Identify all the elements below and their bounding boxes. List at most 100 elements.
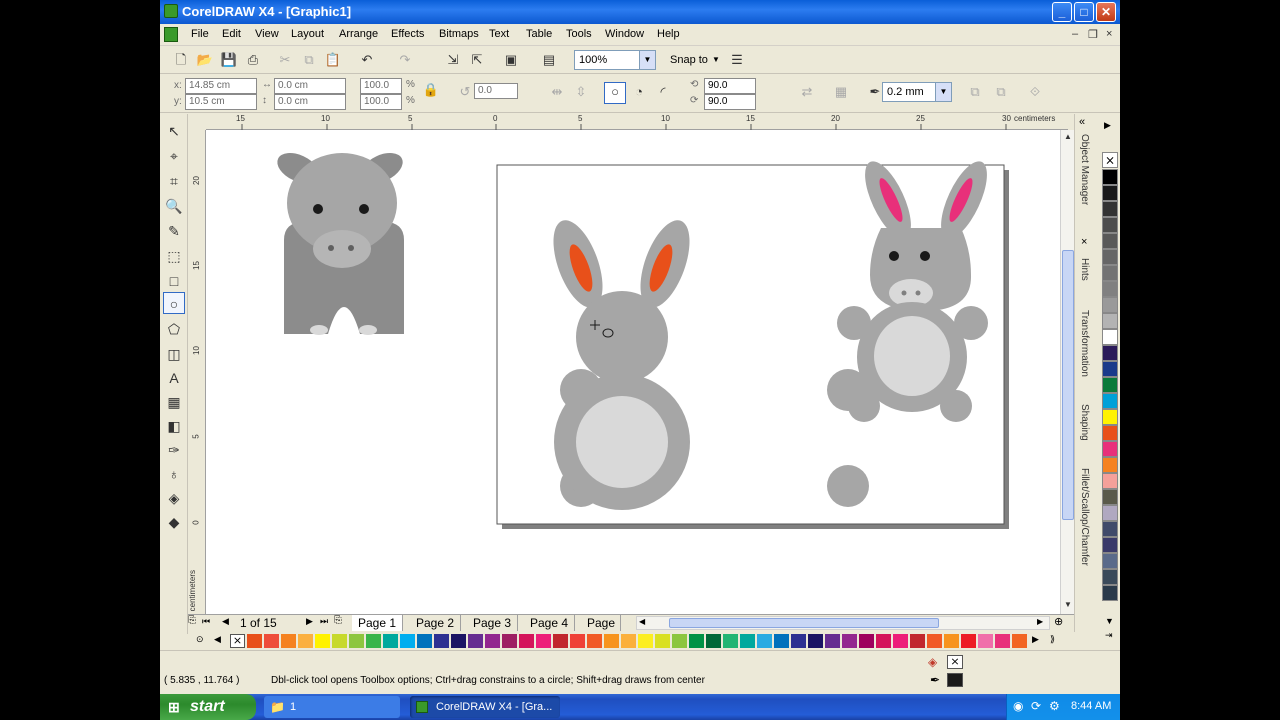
color-swatch[interactable] <box>706 634 721 648</box>
menu-window[interactable]: Window <box>605 28 644 40</box>
menu-text[interactable]: Text <box>489 28 509 40</box>
last-page-icon[interactable]: ⏭ <box>320 616 328 627</box>
color-swatch[interactable] <box>774 634 789 648</box>
fill-color-none[interactable]: ⨯ <box>947 655 963 669</box>
color-swatch[interactable] <box>757 634 772 648</box>
menu-bitmaps[interactable]: Bitmaps <box>439 28 479 40</box>
width-field[interactable]: 0.0 cm <box>274 78 346 94</box>
color-swatch[interactable] <box>1102 505 1118 521</box>
close-docker-icon[interactable]: × <box>1081 236 1087 248</box>
horizontal-ruler[interactable]: 15 10 5 0 5 10 15 20 25 30 centimeters <box>206 114 1068 130</box>
maximize-button[interactable]: □ <box>1074 2 1094 22</box>
color-swatch[interactable] <box>1102 233 1118 249</box>
taskbar-item-explorer[interactable]: 📁 1 <box>264 696 400 718</box>
palette-scroll-end-icon[interactable]: ⇥ <box>1105 630 1113 641</box>
drawing-canvas[interactable] <box>206 130 1060 614</box>
start-angle-field[interactable]: 90.0 <box>704 78 756 94</box>
scale-height-field[interactable]: 100.0 <box>360 94 402 110</box>
no-color-swatch[interactable]: ⨯ <box>1102 152 1118 168</box>
ellipse-mode-icon[interactable]: ○ <box>604 82 626 104</box>
ellipse-tool-icon[interactable]: ○ <box>163 292 185 314</box>
color-swatch[interactable] <box>332 634 347 648</box>
outline-tool-icon[interactable]: ♁ <box>163 463 185 485</box>
color-swatch[interactable] <box>1102 569 1118 585</box>
paste-icon[interactable]: 📋 <box>324 51 342 69</box>
tab-page-3[interactable]: Page 3 <box>467 615 519 631</box>
color-swatch[interactable] <box>978 634 993 648</box>
direction-icon[interactable]: ⇄ <box>798 83 816 101</box>
palette-scroll-down-icon[interactable]: ▼ <box>1105 616 1114 626</box>
pick-tool-icon[interactable]: ↖ <box>163 120 185 142</box>
eyedropper-icon[interactable]: ✑ <box>163 439 185 461</box>
color-swatch[interactable] <box>876 634 891 648</box>
network-icon[interactable]: ◉ <box>1013 699 1023 713</box>
color-swatch[interactable] <box>1012 634 1027 648</box>
x-position-field[interactable]: 14.85 cm <box>185 78 257 94</box>
color-swatch[interactable] <box>825 634 840 648</box>
start-button[interactable]: ⊞ start <box>160 694 256 720</box>
color-swatch[interactable] <box>689 634 704 648</box>
menu-arrange[interactable]: Arrange <box>339 28 378 40</box>
save-icon[interactable]: 💾 <box>220 51 238 69</box>
pie-mode-icon[interactable]: ◔ <box>630 83 648 101</box>
interactive-fill-icon[interactable]: ◆ <box>163 511 185 533</box>
smart-fill-icon[interactable]: ⬚ <box>163 245 185 267</box>
chevron-down-icon[interactable]: ▼ <box>935 83 951 101</box>
taskbar-item-coreldraw[interactable]: CorelDRAW X4 - [Gra... <box>410 696 560 718</box>
color-swatch[interactable] <box>434 634 449 648</box>
scroll-down-icon[interactable]: ▼ <box>1062 600 1074 612</box>
color-swatch[interactable] <box>502 634 517 648</box>
color-swatch[interactable] <box>570 634 585 648</box>
color-swatch[interactable] <box>1102 169 1118 185</box>
chevron-down-icon[interactable]: ▼ <box>712 55 720 64</box>
tab-fillet-scallop-chamfer[interactable]: Fillet/Scallop/Chamfer <box>1079 468 1090 598</box>
zoom-tool-icon[interactable]: 🔍 <box>163 195 185 217</box>
color-swatch[interactable] <box>400 634 415 648</box>
wrap-text-icon[interactable]: ▦ <box>832 83 850 101</box>
color-swatch[interactable] <box>1102 249 1118 265</box>
vertical-ruler[interactable]: 20 15 10 5 0 centimeters <box>188 130 206 614</box>
add-page-before-icon[interactable]: ⎘ <box>188 615 202 626</box>
color-swatch[interactable] <box>1102 329 1118 345</box>
color-swatch[interactable] <box>587 634 602 648</box>
color-swatch[interactable] <box>451 634 466 648</box>
color-swatch[interactable] <box>1102 409 1118 425</box>
color-swatch[interactable] <box>1102 585 1118 601</box>
color-swatch[interactable] <box>808 634 823 648</box>
color-swatch[interactable] <box>995 634 1010 648</box>
color-swatch[interactable] <box>1102 441 1118 457</box>
color-swatch[interactable] <box>961 634 976 648</box>
color-swatch[interactable] <box>468 634 483 648</box>
tab-transformation[interactable]: Transformation <box>1079 310 1090 398</box>
mirror-vertical-icon[interactable]: ⇳ <box>572 83 590 101</box>
menu-effects[interactable]: Effects <box>391 28 424 40</box>
vertical-scrollbar[interactable]: ▲ ▼ <box>1060 130 1074 614</box>
color-swatch[interactable] <box>655 634 670 648</box>
snap-to-button[interactable]: Snap to <box>670 54 708 66</box>
color-swatch[interactable] <box>723 634 738 648</box>
mdi-restore-button[interactable]: ❐ <box>1088 28 1098 41</box>
fill-tool-icon[interactable]: ◈ <box>163 487 185 509</box>
prev-page-icon[interactable]: ◀ <box>222 616 229 627</box>
color-swatch[interactable] <box>1102 185 1118 201</box>
color-swatch[interactable] <box>638 634 653 648</box>
scroll-right-icon[interactable]: ▶ <box>1037 617 1043 626</box>
color-swatch[interactable] <box>791 634 806 648</box>
color-swatch[interactable] <box>315 634 330 648</box>
horizontal-scrollbar[interactable]: ◀ ▶ <box>636 616 1050 630</box>
color-swatch[interactable] <box>1102 489 1118 505</box>
color-swatch[interactable] <box>1102 537 1118 553</box>
scroll-up-icon[interactable]: ▲ <box>1062 132 1074 144</box>
collapse-docker-icon[interactable]: « <box>1079 116 1085 128</box>
mdi-minimize-button[interactable]: – <box>1072 28 1078 40</box>
color-swatch[interactable] <box>842 634 857 648</box>
welcome-screen-icon[interactable]: ▤ <box>540 51 558 69</box>
color-swatch[interactable] <box>1102 297 1118 313</box>
new-icon[interactable]: 🗋 <box>172 51 190 69</box>
palette-scroll-right-icon[interactable]: ▶ <box>1032 634 1039 645</box>
security-icon[interactable]: ⚙ <box>1049 699 1060 713</box>
color-swatch[interactable] <box>927 634 942 648</box>
color-swatch[interactable] <box>944 634 959 648</box>
print-icon[interactable]: ⎙ <box>244 51 262 69</box>
menu-view[interactable]: View <box>255 28 279 40</box>
